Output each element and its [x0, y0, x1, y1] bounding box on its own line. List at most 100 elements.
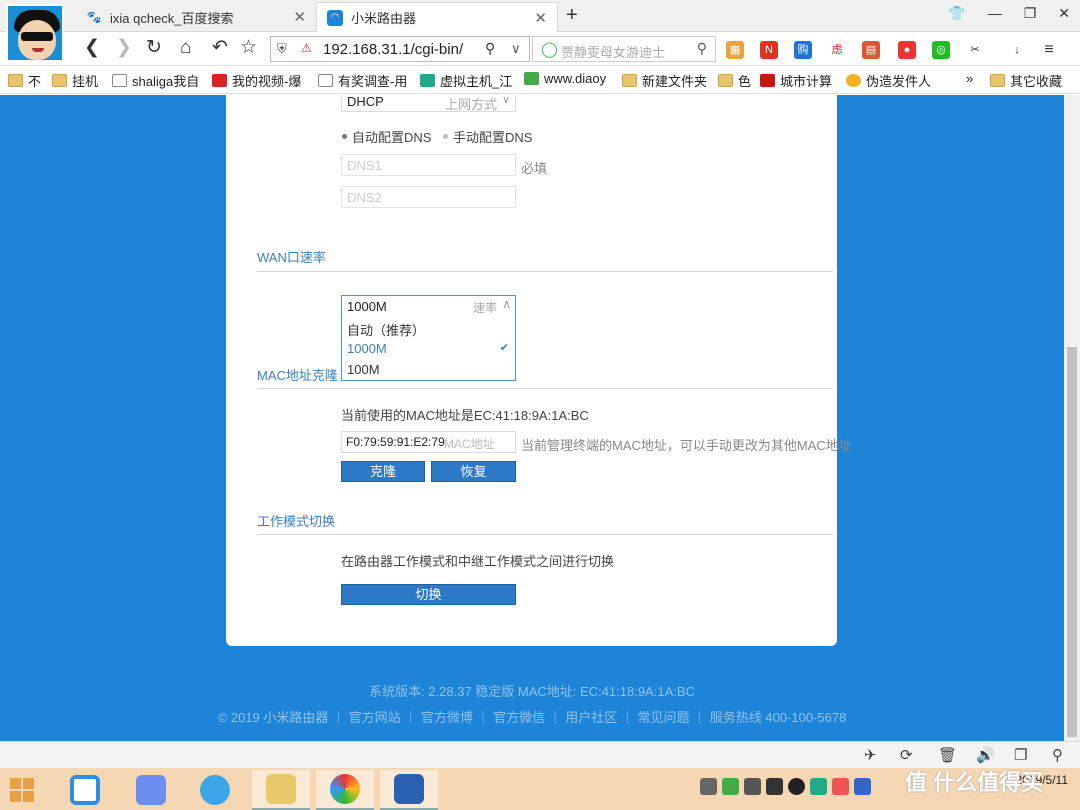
wechat-icon[interactable] — [810, 778, 827, 795]
scissors-icon[interactable]: ✂ — [966, 41, 984, 59]
search-icon[interactable]: ⚲ — [697, 40, 707, 57]
minimize-button[interactable]: — — [988, 5, 1002, 22]
star-icon[interactable]: ☆ — [240, 38, 257, 58]
restore-button[interactable]: 恢复 — [431, 461, 516, 482]
download-icon[interactable]: ↓ — [1008, 41, 1026, 59]
new-tab-button[interactable]: + — [566, 4, 578, 27]
dns-auto-radio[interactable]: 自动配置DNS — [342, 127, 431, 146]
settings-card: DHCP 上网方式 ∨ 自动配置DNS 手动配置DNS DNS1 必填 DNS2… — [226, 95, 852, 646]
connection-type-select[interactable]: DHCP 上网方式 ∨ — [341, 95, 516, 112]
bookmark-item[interactable]: 新建文件夹 — [622, 71, 707, 90]
bookmark-item[interactable]: www.diaoy — [524, 71, 606, 86]
bookmark-item[interactable]: 不 — [8, 71, 41, 90]
footer-version: 系统版本: 2.28.37 稳定版 MAC地址: EC:41:18:9A:1A:… — [369, 684, 695, 699]
url-text[interactable]: 192.168.31.1/cgi-bin/ — [323, 41, 483, 58]
search-input[interactable]: 贾静雯母女游迪士 — [561, 42, 665, 61]
wan-speed-option-auto[interactable]: 自动（推荐） — [347, 320, 425, 339]
browser-icon — [200, 775, 230, 805]
bookmark-item[interactable]: 我的视频-爆 — [212, 71, 301, 90]
menu-icon[interactable]: ≡ — [1040, 41, 1058, 59]
zoom-icon[interactable]: ⚲ — [1052, 746, 1063, 764]
tray-icon[interactable] — [766, 778, 783, 795]
qq-icon[interactable] — [788, 778, 805, 795]
globe-icon — [420, 74, 435, 87]
taskbar-app[interactable] — [316, 770, 374, 810]
undo-button[interactable]: ↶ — [212, 38, 228, 58]
scrollbar-thumb[interactable] — [1067, 347, 1077, 737]
home-button[interactable]: ⌂ — [180, 38, 191, 58]
browser-tab-bar: 🐾 ixia qcheck_百度搜索 ✕ ◠ 小米路由器 ✕ + 👕 — ❐ ✕ — [0, 0, 1080, 62]
avatar-glasses — [21, 32, 53, 41]
pin-icon[interactable]: ✈ — [864, 746, 877, 764]
bookmark-item[interactable]: 虚拟主机_江 — [420, 71, 512, 90]
user-avatar[interactable] — [6, 4, 64, 62]
insecure-icon: ⚠ — [301, 41, 312, 55]
close-icon[interactable]: ✕ — [293, 8, 306, 26]
bookmark-item[interactable]: 其它收藏 — [990, 71, 1062, 90]
bookmark-item[interactable]: 色 — [718, 71, 751, 90]
search-icon[interactable]: ⚲ — [485, 40, 495, 57]
close-icon[interactable]: ✕ — [534, 9, 547, 27]
chevron-down-icon[interactable]: ∨ — [511, 41, 521, 57]
dns-manual-radio[interactable]: 手动配置DNS — [443, 127, 532, 146]
taskbar-app[interactable] — [380, 770, 438, 810]
wan-speed-option-1000m[interactable]: 1000M — [347, 341, 387, 356]
radio-dot — [342, 134, 347, 139]
trash-icon[interactable]: 🗑 — [938, 746, 957, 764]
windows-start-icon[interactable] — [10, 778, 34, 802]
wan-speed-current: 1000M — [347, 299, 387, 314]
watermark: 值 什么值得买 — [905, 770, 1044, 795]
apps-grid-icon[interactable]: ▦ — [726, 41, 744, 59]
system-tray — [700, 778, 871, 795]
tab-title: 小米路由器 — [351, 11, 417, 26]
bookmark-item[interactable]: shaliga我自 — [112, 71, 199, 90]
bookmark-item[interactable]: 城市计算 — [760, 71, 832, 90]
refresh-button[interactable]: ↻ — [146, 38, 162, 58]
ime-icon[interactable] — [854, 778, 871, 795]
calligraphy-icon[interactable]: 虑 — [828, 41, 846, 59]
page-scrollbar[interactable] — [1064, 95, 1080, 741]
ring-icon[interactable]: ◎ — [932, 41, 950, 59]
mac-address-input[interactable]: F0:79:59:91:E2:79 MAC地址 — [341, 431, 516, 453]
bookmark-item[interactable]: 伪造发件人 — [846, 71, 931, 90]
tab-baidu-search[interactable]: 🐾 ixia qcheck_百度搜索 ✕ — [76, 2, 316, 32]
chart-extension-icon[interactable]: ▤ — [862, 41, 880, 59]
bookmarks-overflow[interactable]: » — [966, 71, 973, 86]
address-bar[interactable]: ⛨ ⚠ 192.168.31.1/cgi-bin/ ⚲ ∨ — [270, 36, 530, 62]
record-icon[interactable]: ● — [898, 41, 916, 59]
taskbar-app[interactable] — [252, 770, 310, 810]
sound-icon[interactable]: 🔊 — [976, 746, 995, 764]
router-admin-page: DHCP 上网方式 ∨ 自动配置DNS 手动配置DNS DNS1 必填 DNS2… — [0, 95, 1064, 741]
dns2-input[interactable]: DNS2 — [341, 186, 516, 208]
window-icon[interactable]: ❐ — [1014, 746, 1027, 764]
wan-speed-dropdown[interactable]: 1000M 速率 ∧ 自动（推荐） 1000M ✔ 100M — [341, 295, 516, 381]
search-engine-icon: ◯ — [541, 41, 558, 58]
close-window-button[interactable]: ✕ — [1058, 5, 1070, 22]
app-icon[interactable] — [832, 778, 849, 795]
forward-button[interactable]: ❯ — [116, 38, 132, 58]
wan-speed-option-100m[interactable]: 100M — [347, 362, 380, 377]
network-icon[interactable] — [700, 778, 717, 795]
bookmark-item[interactable]: 有奖调查-用 — [318, 71, 407, 90]
back-button[interactable]: ❮ — [84, 38, 100, 58]
clone-button[interactable]: 克隆 — [341, 461, 425, 482]
search-box[interactable]: ◯ 贾静雯母女游迪士 ⚲ — [532, 36, 716, 62]
taskbar-app[interactable] — [56, 770, 114, 810]
maximize-button[interactable]: ❐ — [1024, 5, 1037, 22]
taskbar-app[interactable] — [186, 770, 244, 810]
taskbar-app[interactable] — [122, 770, 180, 810]
bulb-icon — [846, 74, 861, 87]
tab-mi-router[interactable]: ◠ 小米路由器 ✕ — [316, 2, 558, 32]
shopping-icon[interactable]: 购 — [794, 41, 812, 59]
dns1-input[interactable]: DNS1 — [341, 154, 516, 176]
news-icon[interactable]: N — [760, 41, 778, 59]
pen-icon[interactable] — [744, 778, 761, 795]
switch-mode-button[interactable]: 切换 — [341, 584, 516, 605]
divider — [257, 534, 833, 535]
footer-links[interactable]: © 2019 小米路由器 ｜ 官方网站 ｜ 官方微博 ｜ 官方微信 ｜ 用户社区… — [0, 707, 1064, 726]
bookmarks-bar: 不 挂机 shaliga我自 我的视频-爆 有奖调查-用 虚拟主机_江 www.… — [0, 66, 1080, 94]
refresh-icon[interactable]: ⟳ — [900, 746, 913, 764]
bookmark-item[interactable]: 挂机 — [52, 71, 98, 90]
shirt-icon[interactable]: 👕 — [948, 5, 965, 22]
security-icon[interactable] — [722, 778, 739, 795]
